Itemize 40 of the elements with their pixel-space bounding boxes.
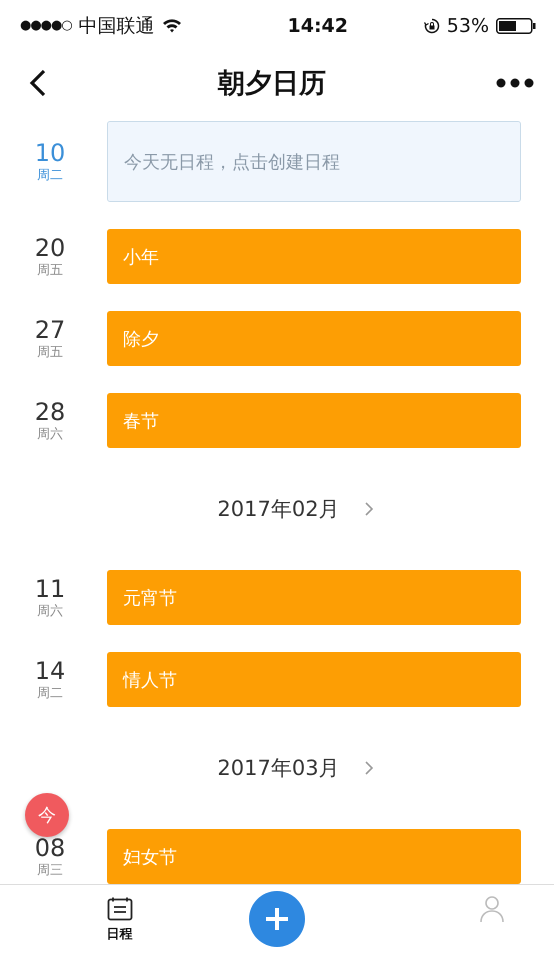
event-bar[interactable]: 情人节	[107, 652, 521, 708]
weekday-label: 周三	[37, 862, 63, 879]
screen-title: 朝夕日历	[218, 66, 326, 101]
person-icon	[478, 895, 505, 924]
battery-icon	[496, 18, 536, 34]
wifi-icon	[162, 18, 182, 34]
create-event-card[interactable]: 今天无日程，点击创建日程	[107, 121, 521, 202]
carrier-name: 中国联通	[78, 14, 155, 39]
battery-percent: 53%	[446, 14, 489, 37]
clock-time: 14:42	[288, 14, 348, 37]
calendar-icon	[106, 897, 133, 922]
chevron-right-icon[interactable]	[364, 501, 374, 518]
day-number: 08	[34, 834, 66, 861]
plus-icon	[264, 906, 290, 932]
signal-strength: ●●●●○	[20, 18, 72, 34]
weekday-label: 周二	[37, 684, 63, 702]
chevron-right-icon[interactable]	[364, 760, 374, 776]
day-number: 28	[34, 398, 66, 425]
schedule-tab[interactable]: 日程	[100, 885, 139, 944]
event-bar[interactable]: 妇女节	[107, 829, 521, 884]
weekday-label: 周六	[37, 602, 63, 620]
event-bar[interactable]: 除夕	[107, 311, 521, 366]
day-number: 11	[34, 576, 66, 602]
weekday-label: 周五	[37, 262, 63, 279]
day-number: 14	[34, 658, 66, 684]
back-icon	[28, 68, 48, 98]
day-number: 27	[34, 316, 66, 343]
more-icon	[496, 78, 534, 88]
today-button[interactable]: 今	[25, 793, 69, 838]
day-number: 10	[34, 140, 66, 166]
weekday-label: 周六	[37, 426, 63, 443]
event-bar[interactable]: 小年	[107, 229, 521, 284]
month-header: 2017年03月	[217, 755, 340, 782]
day-number: 20	[34, 234, 66, 261]
event-bar[interactable]: 元宵节	[107, 570, 521, 626]
rotation-lock-icon	[424, 18, 440, 34]
weekday-label: 周五	[37, 344, 63, 361]
event-bar[interactable]: 春节	[107, 393, 521, 448]
month-header: 2017年02月	[217, 496, 340, 524]
weekday-label: 周二	[37, 166, 63, 184]
